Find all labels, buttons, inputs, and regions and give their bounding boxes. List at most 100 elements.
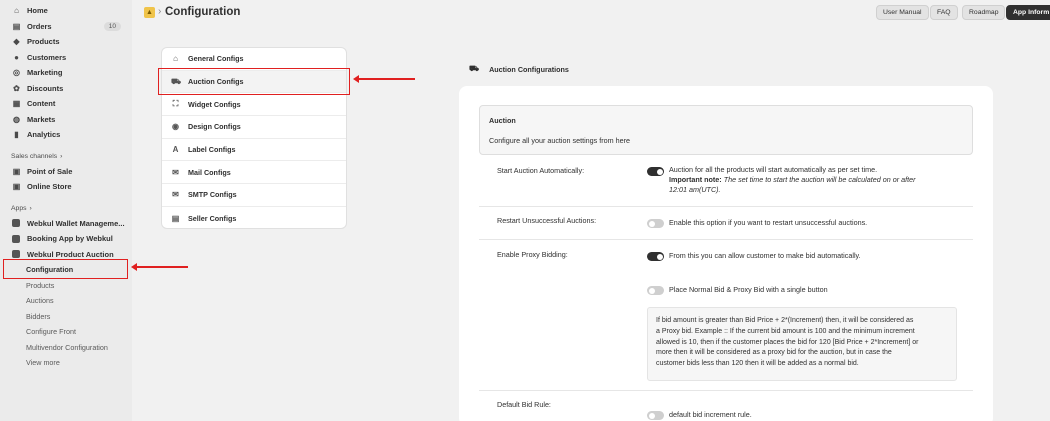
sidebar-subitem-view-more[interactable]: View more [0, 355, 132, 371]
top-bar: ▲ › Configuration User Manual FAQ Roadma… [132, 0, 1050, 26]
sidebar-item-analytics[interactable]: ▮ Analytics [0, 127, 132, 143]
store-icon: ▣ [12, 182, 21, 192]
sidebar-item-markets[interactable]: ◍ Markets [0, 112, 132, 128]
sidebar-subitem-configure-front[interactable]: Configure Front [0, 324, 132, 340]
info-line: customer bids less than 120 then it will… [656, 360, 859, 368]
important-note-label: Important note: [669, 175, 722, 184]
target-icon: ◎ [13, 68, 20, 78]
menu-item-label: General Configs [188, 54, 244, 64]
auction-title: Auction [489, 116, 516, 125]
main-area: ▲ › Configuration User Manual FAQ Roadma… [132, 0, 1050, 421]
highlight-arrow-configuration [131, 263, 188, 270]
smtp-icon: ✉ [172, 190, 179, 200]
sidebar-item-label: Discounts [27, 83, 64, 93]
sidebar-item-home[interactable]: ⌂ Home [0, 3, 132, 19]
menu-item-seller-configs[interactable]: ▤ Seller Configs [162, 207, 346, 228]
sidebar-subitem-multivendor-configuration[interactable]: Multivendor Configuration [0, 340, 132, 356]
content-icon: ▦ [12, 99, 21, 109]
section-header: ⛟ Auction Configurations [469, 64, 569, 74]
restart-label: Restart Unsuccessful Auctions: [497, 216, 597, 225]
person-icon: ● [14, 52, 19, 62]
widget-icon: ⛶ [172, 99, 179, 109]
menu-item-label: Widget Configs [188, 99, 241, 109]
important-note-text-2: 12:01 am(UTC). [669, 185, 721, 194]
section-title: Auction Configurations [489, 64, 569, 74]
pos-icon: ▣ [12, 166, 21, 176]
sidebar-subitem-products[interactable]: Products [0, 278, 132, 294]
auction-info-box: Auction Configure all your auction setti… [479, 105, 973, 155]
single-button-toggle[interactable] [647, 286, 664, 295]
sidebar-item-label: Booking App by Webkul [27, 234, 113, 244]
sidebar-subitem-bidders[interactable]: Bidders [0, 309, 132, 325]
faq-button[interactable]: FAQ [930, 5, 958, 20]
menu-item-smtp-configs[interactable]: ✉ SMTP Configs [162, 184, 346, 207]
user-manual-button[interactable]: User Manual [876, 5, 929, 20]
auction-description: Configure all your auction settings from… [489, 136, 631, 145]
menu-item-widget-configs[interactable]: ⛶ Widget Configs [162, 93, 346, 117]
breadcrumb-separator: › [158, 6, 162, 17]
app-icon [12, 234, 20, 243]
default-bid-rule-text: default bid increment rule. [669, 410, 752, 419]
start-auto-description: Auction for all the products will start … [669, 165, 878, 174]
sidebar-item-marketing[interactable]: ◎ Marketing [0, 65, 132, 81]
sidebar-item-label: Webkul Product Auction [27, 249, 114, 259]
apps-label[interactable]: Apps › [0, 201, 132, 216]
settings-card: Auction Configure all your auction setti… [459, 86, 993, 421]
proxy-info-box: If bid amount is greater than Bid Price … [647, 307, 957, 381]
menu-item-label: SMTP Configs [188, 190, 237, 200]
roadmap-button[interactable]: Roadmap [962, 5, 1006, 20]
seller-icon: ▤ [171, 213, 180, 223]
sidebar-item-label: Analytics [27, 130, 61, 140]
default-bid-rule-toggle[interactable] [647, 411, 664, 420]
sidebar-item-label: Point of Sale [27, 166, 73, 176]
orders-count-badge: 10 [103, 21, 121, 31]
single-button-text: Place Normal Bid & Proxy Bid with a sing… [669, 285, 828, 294]
chevron-right-icon: › [60, 152, 63, 160]
menu-item-label: Design Configs [188, 122, 241, 132]
sidebar-item-label: Customers [27, 52, 67, 62]
sidebar-channel-0[interactable]: ▣ Point of Sale [0, 164, 132, 180]
menu-item-label: Mail Configs [188, 167, 231, 177]
sidebar-nav: ⌂ Home ▤ Orders 10 ◆ Products ● Customers ◎ Market… [0, 3, 132, 371]
app-information-button[interactable]: App Informa [1006, 5, 1050, 20]
proxy-text: From this you can allow customer to make… [669, 251, 861, 260]
info-line: allowed is 10, then if the customer plac… [656, 338, 919, 346]
start-auto-text: Auction for all the products will start … [669, 165, 915, 195]
sidebar-item-orders[interactable]: ▤ Orders 10 [0, 19, 132, 35]
sidebar-item-products[interactable]: ◆ Products [0, 34, 132, 50]
sidebar-app-1[interactable]: Booking App by Webkul [0, 231, 132, 247]
sidebar-item-discounts[interactable]: ✿ Discounts [0, 81, 132, 97]
analytics-icon: ▮ [14, 130, 19, 140]
highlight-box-configuration [3, 259, 128, 279]
sidebar-app-0[interactable]: Webkul Wallet Manageme... [0, 216, 132, 232]
proxy-label: Enable Proxy Bidding: [497, 250, 568, 259]
app-icon [12, 219, 20, 228]
divider [479, 239, 973, 240]
sidebar-item-label: Marketing [27, 68, 63, 78]
tag-icon: ◆ [13, 37, 20, 47]
menu-item-mail-configs[interactable]: ✉ Mail Configs [162, 161, 346, 185]
app-logo-icon[interactable]: ▲ [144, 7, 155, 18]
sidebar-item-customers[interactable]: ● Customers [0, 50, 132, 66]
globe-icon: ◍ [13, 114, 20, 124]
sidebar-item-label: Markets [27, 114, 56, 124]
restart-text: Enable this option if you want to restar… [669, 218, 868, 227]
restart-toggle[interactable] [647, 219, 664, 228]
sidebar-item-label: Orders [27, 21, 52, 31]
sidebar-subitem-auctions[interactable]: Auctions [0, 293, 132, 309]
label-icon: A [172, 145, 179, 155]
sales-channels-label[interactable]: Sales channels › [0, 149, 132, 164]
sidebar-item-label: Home [27, 6, 48, 16]
sidebar-channel-1[interactable]: ▣ Online Store [0, 179, 132, 195]
default-bid-rule-label: Default Bid Rule: [497, 400, 551, 409]
discount-icon: ✿ [13, 83, 20, 93]
info-line: a Proxy bid. Example :: If the current b… [656, 327, 915, 335]
start-auto-toggle[interactable] [647, 167, 664, 176]
menu-item-label-configs[interactable]: A Label Configs [162, 139, 346, 162]
sidebar-item-content[interactable]: ▦ Content [0, 96, 132, 112]
eye-icon: ◉ [172, 122, 179, 132]
proxy-toggle[interactable] [647, 252, 664, 261]
mail-icon: ✉ [172, 167, 179, 177]
home-icon: ⌂ [14, 6, 19, 16]
menu-item-design-configs[interactable]: ◉ Design Configs [162, 116, 346, 139]
